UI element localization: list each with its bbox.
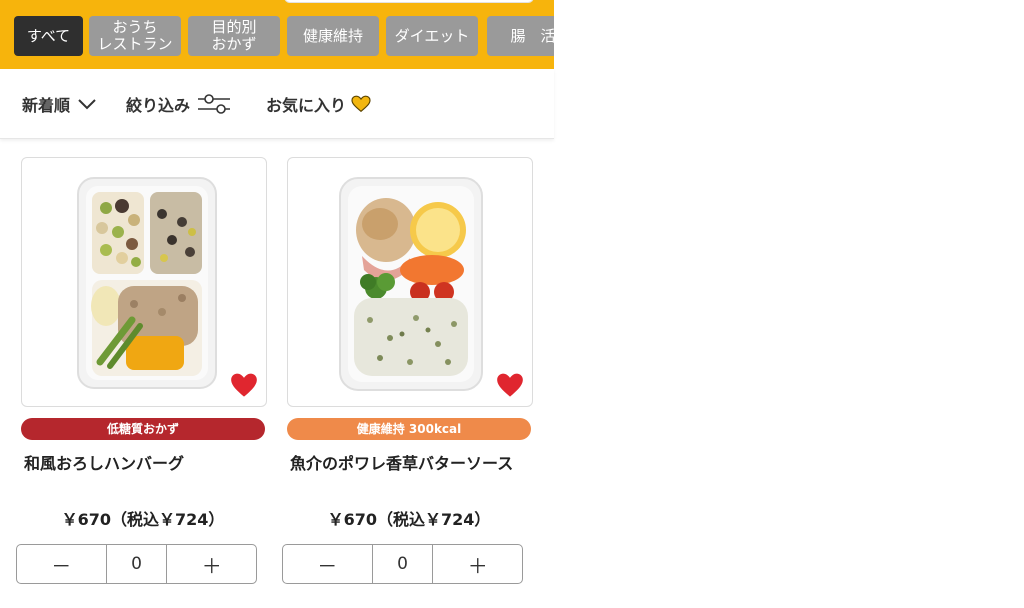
tab-label: すべて bbox=[26, 26, 71, 45]
product-image[interactable] bbox=[21, 157, 267, 407]
product-image[interactable] bbox=[287, 157, 533, 407]
sort-dropdown[interactable]: 新着順 bbox=[22, 91, 98, 117]
favorite-heart-icon[interactable] bbox=[230, 372, 258, 398]
category-bar: すべて おうち レストラン 目的別 おかず 健康維持 ダイエット 腸 活 bbox=[0, 0, 554, 69]
meal-tray-image bbox=[339, 177, 483, 391]
tab-label-line-2: レストラン bbox=[97, 35, 173, 53]
quantity-stepper: － 0 ＋ bbox=[16, 544, 257, 584]
tab-health[interactable]: 健康維持 bbox=[287, 16, 379, 56]
meal-tray-image bbox=[77, 177, 217, 389]
tab-label-line-1: 目的別 bbox=[211, 18, 257, 36]
search-box-edge bbox=[284, 0, 534, 3]
tab-label-line-1: おうち bbox=[112, 18, 158, 36]
favorites-filter[interactable]: お気に入り bbox=[266, 91, 371, 117]
app: すべて おうち レストラン 目的別 おかず 健康維持 ダイエット 腸 活 新着順… bbox=[0, 0, 554, 608]
quantity-value[interactable]: 0 bbox=[371, 545, 434, 583]
tab-diet[interactable]: ダイエット bbox=[386, 16, 478, 56]
narrow-filter-button[interactable]: 絞り込み bbox=[126, 91, 231, 117]
filter-bar: 新着順 絞り込み お気に入り bbox=[0, 69, 554, 139]
product-card: 低糖質おかず 和風おろしハンバーグ ￥670（税込￥724） － 0 ＋ bbox=[16, 157, 269, 588]
tab-home-restaurant[interactable]: おうち レストラン bbox=[89, 16, 181, 56]
sort-label: 新着順 bbox=[22, 96, 71, 115]
category-badge: 低糖質おかず bbox=[21, 418, 265, 440]
narrow-label: 絞り込み bbox=[126, 96, 191, 115]
product-name[interactable]: 和風おろしハンバーグ bbox=[24, 450, 269, 474]
decrement-button[interactable]: － bbox=[283, 545, 372, 583]
favorites-label: お気に入り bbox=[266, 96, 347, 115]
favorite-heart-icon[interactable] bbox=[496, 372, 524, 398]
product-price: ￥670（税込￥724） bbox=[61, 510, 225, 529]
quantity-value[interactable]: 0 bbox=[105, 545, 168, 583]
product-card: 健康維持 300kcal 魚介のポワレ香草バターソース ￥670（税込￥724）… bbox=[282, 157, 535, 588]
category-badge: 健康維持 300kcal bbox=[287, 418, 531, 440]
tab-purpose-dishes[interactable]: 目的別 おかず bbox=[188, 16, 280, 56]
tab-all[interactable]: すべて bbox=[14, 16, 83, 56]
decrement-button[interactable]: － bbox=[17, 545, 106, 583]
chevron-down-icon bbox=[78, 99, 96, 110]
tab-gut[interactable]: 腸 活 bbox=[487, 16, 554, 56]
product-price: ￥670（税込￥724） bbox=[327, 510, 491, 529]
increment-button[interactable]: ＋ bbox=[433, 545, 522, 583]
increment-button[interactable]: ＋ bbox=[167, 545, 256, 583]
tab-label: 健康維持 bbox=[302, 26, 363, 45]
tab-label: ダイエット bbox=[394, 26, 470, 45]
quantity-stepper: － 0 ＋ bbox=[282, 544, 523, 584]
tab-label: 腸 活 bbox=[510, 26, 554, 45]
product-name[interactable]: 魚介のポワレ香草バターソース bbox=[290, 450, 535, 474]
heart-icon bbox=[351, 95, 371, 113]
sliders-icon bbox=[198, 94, 231, 114]
tab-label-line-2: おかず bbox=[211, 35, 257, 53]
